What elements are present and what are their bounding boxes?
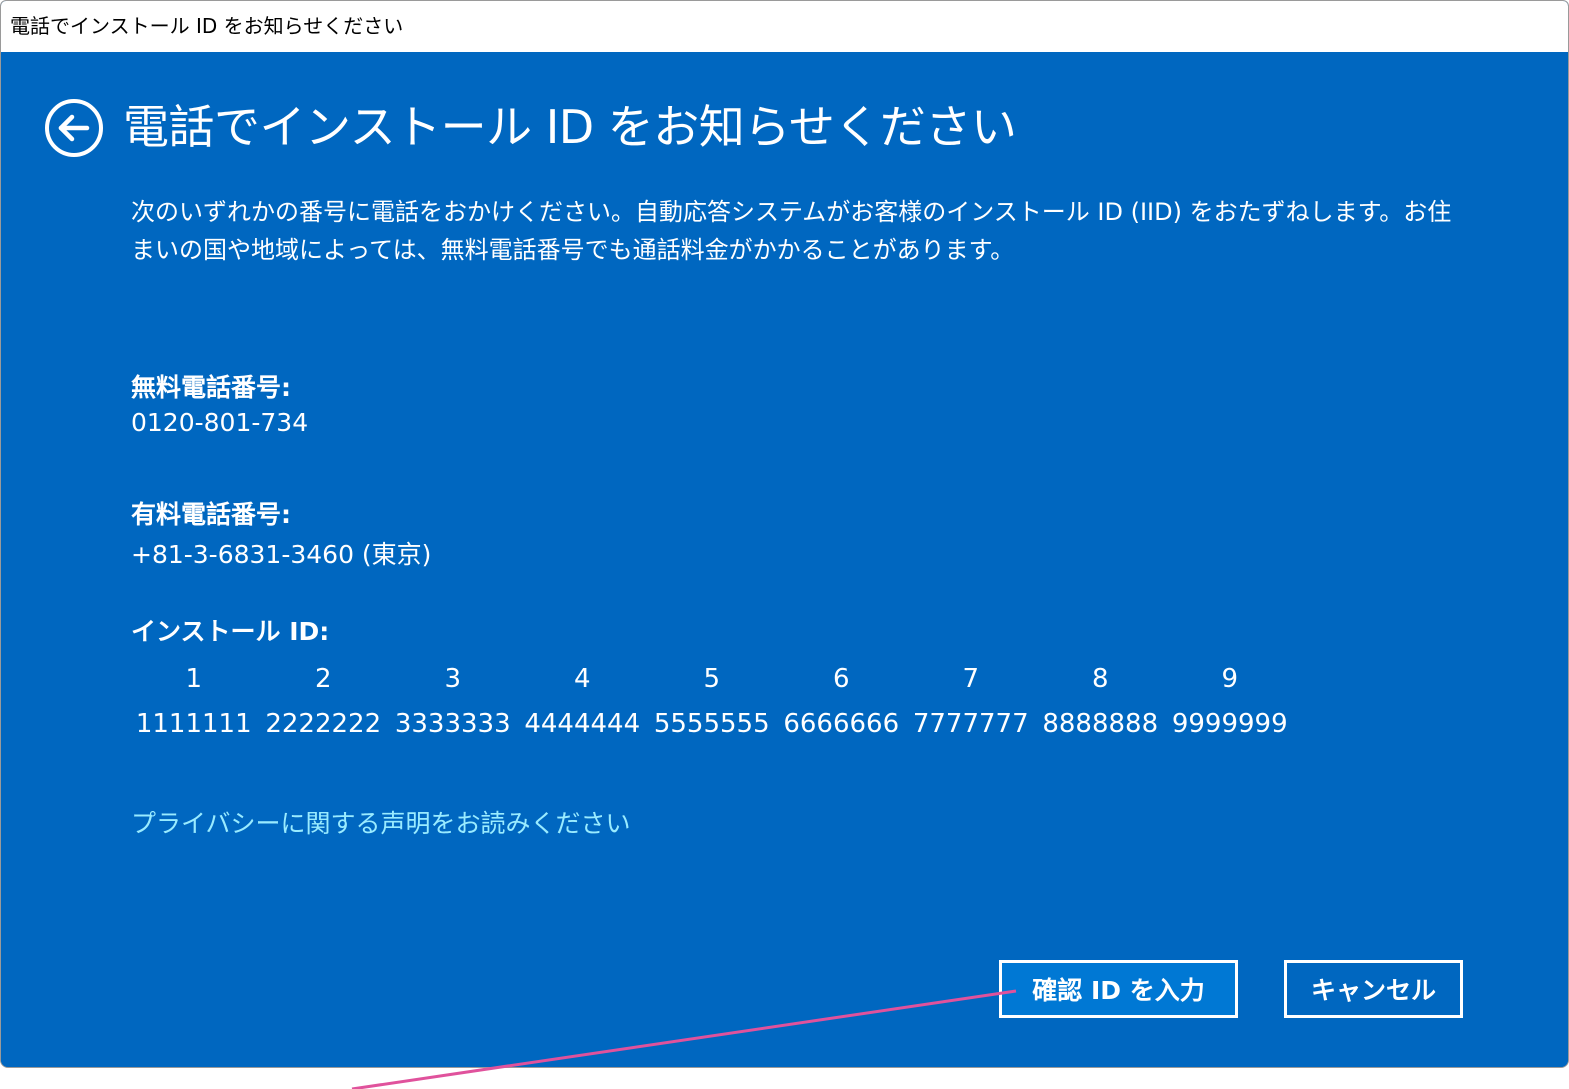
toll-number: +81-3-6831-3460 (東京) (131, 540, 432, 569)
install-id-value-row: 1111111 2222222 3333333 4444444 5555555 … (129, 709, 1295, 739)
install-id-index: 2 (314, 664, 332, 694)
install-id-group: 1111111 (135, 709, 252, 739)
install-id-group: 6666666 (783, 709, 900, 739)
toll-free-label: 無料電話番号: (131, 373, 291, 402)
install-id-index: 8 (1091, 664, 1109, 694)
install-id-index-row: 1 2 3 4 5 6 7 8 9 (129, 664, 1295, 694)
main-content: 電話でインストール ID をお知らせください 次のいずれかの番号に電話をおかけく… (1, 52, 1568, 1067)
back-button[interactable] (44, 98, 104, 158)
install-id-group: 7777777 (912, 709, 1029, 739)
install-id-group: 9999999 (1171, 709, 1288, 739)
install-id-group: 8888888 (1042, 709, 1159, 739)
privacy-statement-link[interactable]: プライバシーに関する声明をお読みください (131, 804, 631, 840)
enter-confirmation-id-label: 確認 ID を入力 (1032, 976, 1205, 1005)
back-arrow-icon (45, 99, 103, 157)
window-title-bar: 電話でインストール ID をお知らせください (1, 1, 1568, 52)
install-id-index: 5 (703, 664, 721, 694)
install-id-group: 2222222 (265, 709, 382, 739)
install-id-label: インストール ID: (131, 617, 330, 646)
instructions-text: 次のいずれかの番号に電話をおかけください。自動応答システムがお客様のインストール… (131, 198, 1452, 264)
install-id-group: 4444444 (524, 709, 641, 739)
toll-label: 有料電話番号: (131, 500, 291, 529)
install-id-index: 7 (962, 664, 980, 694)
install-id-index: 3 (444, 664, 462, 694)
cancel-label: キャンセル (1310, 976, 1436, 1005)
enter-confirmation-id-button[interactable]: 確認 ID を入力 (999, 960, 1238, 1018)
install-id-index: 4 (573, 664, 591, 694)
page-title: 電話でインストール ID をお知らせください (123, 100, 1017, 154)
install-id-index: 1 (185, 664, 203, 694)
window-title: 電話でインストール ID をお知らせください (10, 14, 404, 38)
install-id-group: 5555555 (653, 709, 770, 739)
cancel-button[interactable]: キャンセル (1284, 960, 1463, 1018)
install-id-group: 3333333 (394, 709, 511, 739)
install-id-index: 6 (832, 664, 850, 694)
activation-window: 電話でインストール ID をお知らせください 電話でインストール ID をお知ら… (0, 0, 1569, 1068)
toll-free-number: 0120-801-734 (131, 408, 309, 437)
install-id-index: 9 (1221, 664, 1239, 694)
